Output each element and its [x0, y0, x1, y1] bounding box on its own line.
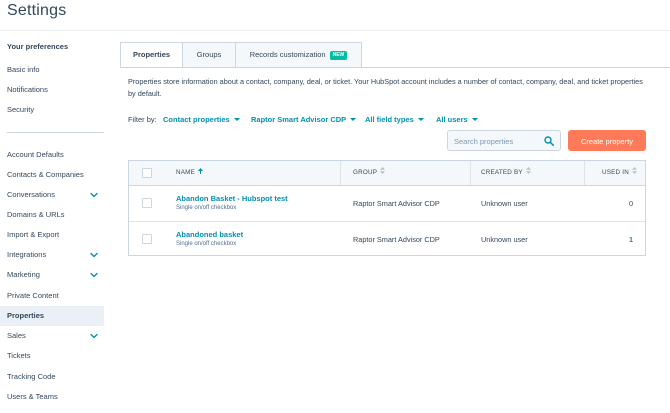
property-name-link[interactable]: Abandon Basket - Hubspot test	[176, 194, 288, 203]
sidebar-item-account-defaults[interactable]: Account Defaults	[0, 145, 104, 165]
column-separator	[470, 161, 471, 185]
column-header-used-in[interactable]: USED IN	[602, 161, 637, 185]
sidebar-heading: Your preferences	[7, 42, 69, 51]
select-all-checkbox[interactable]	[142, 168, 152, 178]
tab-label: Groups	[196, 50, 222, 59]
sidebar-item-label: Tracking Code	[7, 372, 56, 381]
object-filter-dropdown[interactable]: Contact properties	[163, 115, 240, 124]
sidebar-item-integrations[interactable]: Integrations	[0, 245, 104, 265]
sidebar-item-label: Properties	[7, 311, 45, 320]
header-divider	[0, 30, 670, 31]
sidebar-item-label: Marketing	[7, 270, 40, 279]
column-header-label: GROUP	[353, 169, 378, 176]
sidebar-item-conversations[interactable]: Conversations	[0, 185, 104, 205]
column-header-name[interactable]: NAME	[176, 161, 203, 185]
column-header-label: NAME	[176, 169, 195, 176]
property-type: Single on/off checkbox	[176, 241, 237, 247]
property-used-in-link[interactable]: 1	[629, 235, 633, 244]
sort-icon	[631, 167, 637, 174]
properties-table: NAME GROUP CREATED BY USED IN Abandon Ba…	[128, 160, 646, 256]
group-filter-value: Raptor Smart Advisor CDP	[251, 115, 347, 124]
table-row: Abandon Basket - Hubspot test Single on/…	[129, 185, 645, 222]
tabs-divider	[120, 67, 670, 68]
caret-down-icon	[233, 118, 240, 121]
row-checkbox[interactable]	[142, 234, 152, 244]
column-header-group[interactable]: GROUP	[353, 161, 386, 185]
sidebar-item-label: Notifications	[7, 85, 48, 94]
properties-description: Properties store information about a con…	[128, 77, 643, 98]
sidebar-item-private-content[interactable]: Private Content	[0, 286, 104, 306]
filter-label: Filter by:	[128, 115, 157, 124]
tab-label: Records customization	[249, 50, 326, 59]
sidebar-item-tickets[interactable]: Tickets	[0, 346, 104, 366]
search-box	[447, 130, 561, 152]
page-title: Settings	[7, 2, 67, 19]
field-type-filter-value: All field types	[365, 115, 414, 124]
table-header: NAME GROUP CREATED BY USED IN	[129, 161, 645, 186]
column-header-label: USED IN	[602, 169, 629, 176]
search-input[interactable]	[448, 131, 546, 152]
sidebar-item-contacts-and-companies[interactable]: Contacts & Companies	[0, 165, 104, 185]
caret-down-icon	[417, 118, 424, 121]
caret-down-icon	[350, 118, 357, 121]
row-checkbox[interactable]	[142, 198, 152, 208]
sidebar-item-users-and-teams[interactable]: Users & Teams	[0, 387, 104, 407]
property-used-in: 0	[628, 199, 633, 208]
chevron-down-icon[interactable]	[90, 191, 98, 199]
users-filter-dropdown[interactable]: All users	[436, 115, 478, 124]
sidebar-item-label: Contacts & Companies	[7, 170, 84, 179]
column-header-label: CREATED BY	[481, 169, 523, 176]
tab-records-customization[interactable]: Records customization NEW	[235, 42, 362, 68]
sort-icon	[525, 167, 531, 174]
column-separator	[340, 161, 341, 185]
property-created-by: Unknown user	[481, 235, 528, 244]
sidebar-item-sales[interactable]: Sales	[0, 326, 104, 346]
chevron-down-icon[interactable]	[90, 251, 98, 259]
group-filter-dropdown[interactable]: Raptor Smart Advisor CDP	[251, 115, 357, 124]
sort-ascending-icon	[198, 168, 203, 174]
column-header-created-by[interactable]: CREATED BY	[481, 161, 531, 185]
sidebar-item-label: Users & Teams	[7, 392, 58, 401]
caret-down-icon	[471, 118, 478, 121]
object-filter-value: Contact properties	[163, 115, 230, 124]
sort-icon	[380, 167, 386, 174]
sidebar-item-label: Conversations	[7, 190, 55, 199]
sidebar-item-basic-info[interactable]: Basic info	[0, 60, 104, 80]
property-type: Single on/off checkbox	[176, 205, 237, 211]
sidebar-item-notifications[interactable]: Notifications	[0, 80, 104, 100]
field-type-filter-dropdown[interactable]: All field types	[365, 115, 424, 124]
sidebar-item-label: Import & Export	[7, 230, 60, 239]
sidebar-item-properties[interactable]: Properties	[0, 306, 104, 326]
sidebar-item-marketing[interactable]: Marketing	[0, 265, 104, 285]
property-name-link[interactable]: Abandoned basket	[176, 230, 243, 239]
create-property-button[interactable]: Create property	[568, 130, 646, 151]
column-separator	[584, 161, 585, 185]
sidebar-item-label: Tickets	[7, 351, 31, 360]
sidebar-item-label: Account Defaults	[7, 150, 64, 159]
sidebar-item-label: Integrations	[7, 250, 47, 259]
chevron-down-icon[interactable]	[90, 271, 98, 279]
tab-groups[interactable]: Groups	[182, 42, 236, 68]
sidebar-item-security[interactable]: Security	[0, 100, 104, 120]
sidebar-item-label: Domains & URLs	[7, 210, 65, 219]
sidebar-item-label: Basic info	[7, 65, 40, 74]
new-badge: NEW	[329, 51, 348, 60]
sidebar-divider	[7, 132, 104, 133]
sidebar-item-domains-and-urls[interactable]: Domains & URLs	[0, 205, 104, 225]
property-group: Raptor Smart Advisor CDP	[353, 235, 440, 244]
sidebar-item-label: Sales	[7, 331, 26, 340]
sidebar-item-label: Security	[7, 105, 35, 114]
chevron-down-icon[interactable]	[90, 332, 98, 340]
table-row: Abandoned basket Single on/off checkbox …	[129, 221, 645, 257]
tab-properties[interactable]: Properties	[120, 42, 183, 68]
sidebar-item-import-and-export[interactable]: Import & Export	[0, 225, 104, 245]
sidebar-item-tracking-code[interactable]: Tracking Code	[0, 367, 104, 387]
users-filter-value: All users	[436, 115, 468, 124]
search-icon[interactable]	[544, 136, 554, 146]
tab-label: Properties	[132, 50, 171, 59]
property-created-by: Unknown user	[481, 199, 528, 208]
property-group: Raptor Smart Advisor CDP	[353, 199, 440, 208]
sidebar-item-label: Private Content	[7, 291, 59, 300]
